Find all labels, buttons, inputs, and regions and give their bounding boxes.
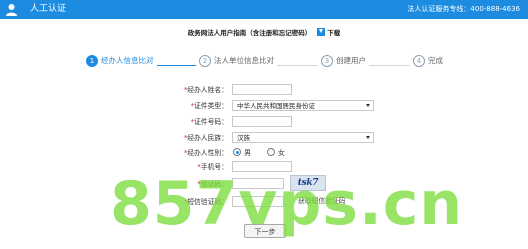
step-2-number: 2 xyxy=(199,55,211,67)
ethnicity-label-text: 经办人民族： xyxy=(187,134,228,142)
gender-male-radio[interactable] xyxy=(233,148,241,156)
ethnicity-value: 汉族 xyxy=(237,134,250,142)
chevron-down-icon xyxy=(366,136,370,139)
user-icon xyxy=(6,4,17,16)
step-2-label: 法人单位信息比对 xyxy=(214,56,274,65)
page-title: 人工认证 xyxy=(30,4,67,14)
name-label: *经办人姓名： xyxy=(184,84,228,96)
gender-female-label[interactable]: 女 xyxy=(278,147,285,159)
cert-type-label: *证件类型： xyxy=(191,100,228,112)
cert-type-row: *证件类型： 中华人民共和国居民身份证 xyxy=(0,100,528,112)
step-4-label: 完成 xyxy=(428,56,443,65)
step-1-label: 经办人信息比对 xyxy=(101,56,154,65)
watermark-text: 857vps.cn xyxy=(110,169,464,239)
step-3-number: 3 xyxy=(321,55,333,67)
step-1: 1 经办人信息比对 xyxy=(83,55,157,67)
ethnicity-row: *经办人民族： 汉族 xyxy=(0,132,528,144)
step-3: 3 创建用户 xyxy=(318,55,369,67)
cert-no-label-text: 证件号码： xyxy=(194,118,228,126)
download-icon[interactable] xyxy=(317,28,326,36)
gender-label: *经办人性别： xyxy=(184,147,228,159)
step-4-number: 4 xyxy=(413,55,425,67)
name-input[interactable] xyxy=(232,84,292,95)
gender-label-text: 经办人性别： xyxy=(187,149,228,157)
step-2: 2 法人单位信息比对 xyxy=(196,55,277,67)
gender-female-radio[interactable] xyxy=(267,148,275,156)
cert-no-label: *证件号码： xyxy=(191,116,228,128)
cert-type-value: 中华人民共和国居民身份证 xyxy=(237,102,315,110)
download-link[interactable]: 下载 xyxy=(327,29,340,37)
step-3-label: 创建用户 xyxy=(336,56,366,65)
chevron-down-icon xyxy=(366,104,370,107)
gender-male-label[interactable]: 男 xyxy=(244,147,251,159)
cert-type-label-text: 证件类型： xyxy=(194,102,228,110)
name-row: *经办人姓名： xyxy=(0,84,528,96)
hotline-text: 法人认证服务专线：400-888-4636 xyxy=(407,5,520,13)
user-guide-link[interactable]: 政务网法人用户指南（含注册和忘记密码） xyxy=(188,29,312,37)
user-guide-line: 政务网法人用户指南（含注册和忘记密码） 下载 xyxy=(0,28,528,38)
cert-no-input[interactable] xyxy=(232,116,292,127)
cert-type-select[interactable]: 中华人民共和国居民身份证 xyxy=(232,100,374,111)
step-4: 4 完成 xyxy=(410,55,446,67)
name-label-text: 经办人姓名： xyxy=(187,86,228,94)
gender-row: *经办人性别： 男 女 xyxy=(0,147,528,159)
cert-no-row: *证件号码： xyxy=(0,116,528,128)
step-1-number: 1 xyxy=(86,55,98,67)
ethnicity-label: *经办人民族： xyxy=(184,132,228,144)
ethnicity-select[interactable]: 汉族 xyxy=(232,132,374,143)
top-header-bar: 人工认证 法人认证服务专线：400-888-4636 xyxy=(0,0,528,19)
